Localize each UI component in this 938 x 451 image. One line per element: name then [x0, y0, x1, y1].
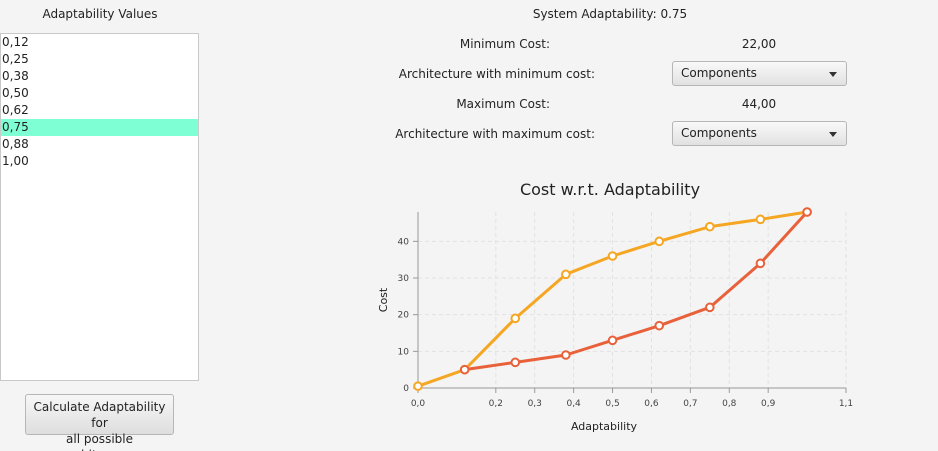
list-item[interactable]: 0,50 — [1, 85, 198, 102]
x-tick-label: 0,5 — [605, 399, 619, 409]
system-adaptability-label: System Adaptability: 0.75 — [532, 7, 688, 21]
chevron-down-icon — [829, 132, 837, 137]
series-2-point — [755, 258, 766, 269]
x-tick-label: 0,2 — [489, 399, 503, 409]
calculate-button-label-line2: all possible architecures — [62, 432, 136, 451]
series-2-point — [802, 207, 812, 217]
y-tick-label: 20 — [398, 311, 410, 321]
arch-max-cost-dropdown[interactable]: Components — [672, 121, 847, 146]
minimum-cost-value: 22,00 — [741, 37, 777, 51]
cost-adaptability-chart: 0,0 0,2 0,3 0,4 0,5 0,6 0,7 0,8 0,9 1,1 0 10 20 30 40 A… — [377, 207, 853, 433]
series-2-point — [510, 357, 521, 368]
minimum-cost-label: Minimum Cost: — [459, 37, 550, 51]
x-tick-label: 0,9 — [761, 399, 776, 409]
arch-max-cost-label: Architecture with maximum cost: — [395, 127, 595, 141]
x-tick-label: 1,1 — [839, 399, 853, 409]
arch-min-cost-dropdown[interactable]: Components — [672, 61, 847, 86]
chevron-down-icon — [829, 72, 837, 77]
y-axis-label: Cost — [377, 287, 390, 312]
series-1-point — [705, 221, 715, 232]
series-line-2 — [464, 210, 809, 372]
list-item[interactable]: 0,88 — [1, 136, 198, 153]
y-tick-label: 30 — [398, 274, 410, 284]
calculate-adaptability-button[interactable]: Calculate Adaptability for all possible … — [25, 394, 174, 451]
list-item[interactable]: 0,25 — [1, 51, 198, 68]
arch-max-cost-selected: Components — [681, 126, 757, 140]
list-item[interactable]: 0,75 — [1, 119, 198, 136]
series-1-point — [413, 381, 423, 391]
series-1-point — [561, 269, 571, 280]
series-1-point — [510, 313, 521, 324]
arch-min-cost-label: Architecture with minimum cost: — [398, 67, 595, 81]
y-tick-label: 0 — [403, 384, 409, 394]
arch-min-cost-selected: Components — [681, 66, 757, 80]
list-item[interactable]: 0,62 — [1, 102, 198, 119]
series-1-point — [755, 214, 766, 225]
x-tick-label: 0,6 — [644, 399, 659, 409]
maximum-cost-value: 44,00 — [741, 97, 777, 111]
x-tick-label: 0,8 — [722, 399, 737, 409]
maximum-cost-label: Maximum Cost: — [456, 97, 550, 111]
x-tick-label: 0,3 — [528, 399, 542, 409]
app-window: Adaptability Values 0,12 0,25 0,38 0,50 0,62… — [0, 0, 938, 451]
y-tick-label: 40 — [398, 237, 410, 247]
series-2-point — [654, 320, 665, 331]
series-1-point — [607, 251, 618, 261]
calculate-button-label-line1: Calculate Adaptability for — [33, 400, 166, 430]
series-1-point — [654, 236, 665, 247]
series-2-point — [459, 364, 470, 375]
list-item[interactable]: 1,00 — [1, 153, 198, 170]
series-2-point — [705, 302, 715, 313]
x-tick-label: 0,4 — [566, 399, 581, 409]
x-tick-label: 0,7 — [683, 399, 697, 409]
x-tick-label: 0,0 — [411, 399, 426, 409]
adaptability-values-list[interactable]: 0,12 0,25 0,38 0,50 0,62 0,75 0,88 1,00 — [0, 33, 199, 381]
x-axis-label: Adaptability — [571, 420, 638, 433]
chart-title: Cost w.r.t. Adaptability — [519, 180, 701, 199]
list-item[interactable]: 0,38 — [1, 68, 198, 85]
list-item[interactable]: 0,12 — [1, 34, 198, 51]
adaptability-values-title: Adaptability Values — [42, 7, 158, 21]
series-2-point — [607, 335, 618, 346]
y-tick-label: 10 — [398, 347, 410, 357]
series-2-point — [561, 350, 571, 360]
